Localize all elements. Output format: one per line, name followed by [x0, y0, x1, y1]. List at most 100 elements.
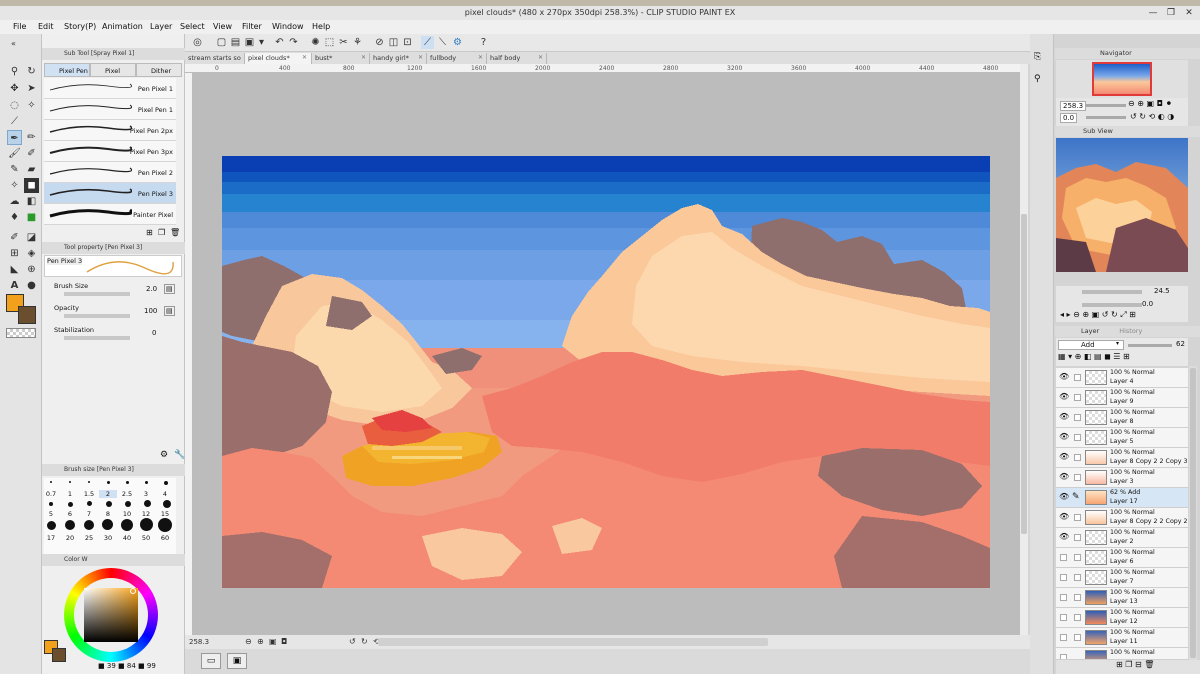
tab-stream-starts-so[interactable]: stream starts so [185, 53, 245, 64]
menu-story[interactable]: Story(P) [64, 22, 96, 31]
close-tab-icon[interactable]: ✕ [361, 53, 366, 63]
close-tab-icon[interactable]: ✕ [418, 53, 423, 63]
deselect-icon[interactable]: ⊘ [373, 36, 386, 49]
drop-tool-icon[interactable]: ♦ [7, 210, 22, 225]
frame-tool-icon[interactable]: ◪ [24, 230, 39, 245]
layer-scrollbar[interactable] [1189, 366, 1197, 660]
timeline-icon[interactable]: ▭ [201, 653, 221, 669]
brush-size-option[interactable]: 15 [156, 510, 174, 518]
layer-row[interactable]: 👁 100 % Normal Layer 8 Copy 2 2 Copy 3 [1056, 448, 1188, 468]
brush-size-option[interactable]: 17 [42, 534, 60, 542]
menu-file[interactable]: File [13, 22, 26, 31]
color-wheel[interactable] [64, 568, 158, 662]
layer-row[interactable]: 100 % Normal Layer 12 [1056, 608, 1188, 628]
stabilization-slider[interactable] [64, 336, 130, 340]
actual-size-icon[interactable]: ◘ [281, 637, 287, 646]
text-tool-icon[interactable]: A [7, 278, 22, 293]
menu-animation[interactable]: Animation [102, 22, 143, 31]
opacity-value[interactable]: 100 [144, 307, 157, 315]
eye-icon[interactable]: 👁 [1059, 513, 1069, 521]
tab-fullbody[interactable]: fullbody ✕ [427, 53, 487, 64]
help-icon[interactable]: ? [477, 36, 490, 49]
brush-pen-pixel-1[interactable]: Pen Pixel 1 [44, 78, 176, 99]
search-icon[interactable]: ⚲ [1034, 74, 1041, 84]
layer-row[interactable]: 100 % Normal Layer 11 [1056, 628, 1188, 648]
rotate-tool-icon[interactable]: ↻ [24, 64, 39, 79]
eye-icon[interactable]: 👁 [1059, 473, 1069, 481]
brush-size-option[interactable]: 5 [42, 510, 60, 518]
brush-size-option[interactable]: 20 [61, 534, 79, 542]
rotate-right-icon[interactable]: ↻ [361, 637, 368, 646]
brush-tool-icon[interactable]: 🖌 [7, 146, 22, 161]
subview-zoom-slider[interactable] [1082, 290, 1142, 294]
zoom-out-icon[interactable]: ⊖ ⊕ ▣ ◘ ⚫ [1128, 99, 1172, 108]
brush-size-option[interactable]: 1.5 [80, 490, 98, 498]
shape-tool-icon[interactable]: ◈ [24, 246, 39, 261]
subtool-tab-pixel-spray[interactable]: Pixel spra [90, 63, 136, 89]
transform-icon[interactable]: ⬚ [323, 36, 336, 49]
layer-row[interactable]: 100 % Normal [1056, 648, 1188, 660]
close-tab-icon[interactable]: ✕ [538, 53, 543, 63]
menu-view[interactable]: View [213, 22, 232, 31]
lock-toggle[interactable] [1074, 534, 1081, 541]
layer-toolbar-icons[interactable]: ▦ ▾ ⊕ ◧ ▤ ◼ ☰ ⊞ [1058, 352, 1130, 361]
brush-size-option[interactable]: 50 [137, 534, 155, 542]
layer-row[interactable]: 👁 100 % Normal Layer 9 [1056, 388, 1188, 408]
copy-layer-icon[interactable]: ❐ [1125, 660, 1132, 669]
brush-size-option[interactable]: 2.5 [118, 490, 136, 498]
lock-toggle[interactable] [1074, 554, 1081, 561]
lasso-tool-icon[interactable]: ◌ [7, 98, 22, 113]
fit-icon[interactable]: ▣ [269, 637, 277, 646]
brush-size-option[interactable]: 10 [118, 510, 136, 518]
menu-window[interactable]: Window [272, 22, 304, 31]
vector-tool-icon[interactable]: ◣ [7, 262, 22, 277]
lock-toggle[interactable] [1074, 634, 1081, 641]
new-file-icon[interactable]: ▢ [215, 36, 228, 49]
scroll-thumb[interactable] [1021, 214, 1027, 534]
menu-select[interactable]: Select [180, 22, 205, 31]
brush-size-option[interactable]: 8 [99, 510, 117, 518]
open-file-icon[interactable]: ▤ [229, 36, 242, 49]
brush-size-dynamics-icon[interactable]: ▤ [164, 284, 175, 294]
eye-icon[interactable]: 👁 [1059, 373, 1069, 381]
wrench-icon[interactable]: 🔧 [174, 450, 185, 460]
layer-row[interactable]: 👁 100 % Normal Layer 8 Copy 2 2 Copy 2 [1056, 508, 1188, 528]
eyedropper-icon[interactable]: ⟋ [7, 114, 22, 129]
layer-opacity-slider[interactable] [1128, 344, 1172, 347]
subview-rotation[interactable]: 0.0 [1142, 300, 1153, 308]
subview-zoom[interactable]: 24.5 [1154, 287, 1170, 295]
add-subtool-icon[interactable]: ⊞ [146, 228, 153, 237]
eye-icon[interactable]: 👁 [1059, 393, 1069, 401]
show-selection-icon[interactable]: ⊡ [401, 36, 414, 49]
snap-grid-icon[interactable]: ⚙ [451, 36, 464, 49]
magic-wand-icon[interactable]: ✧ [24, 98, 39, 113]
pixel-clouds-artwork[interactable] [222, 156, 990, 588]
lock-toggle[interactable] [1074, 574, 1081, 581]
object-tool-icon[interactable]: ➤ [24, 81, 39, 96]
new-layer-icon[interactable]: ⊞ [1116, 660, 1123, 669]
fill-tool-icon[interactable]: ◼ [24, 178, 39, 193]
navigator-rotation-slider[interactable] [1086, 116, 1126, 119]
eye-icon[interactable]: 👁 [1059, 453, 1069, 461]
rotate-left-icon[interactable]: ↺ [349, 637, 356, 646]
visibility-toggle[interactable] [1060, 614, 1067, 621]
brush-pixel-pen-1[interactable]: Pixel Pen 1 [44, 99, 176, 120]
menu-edit[interactable]: Edit [38, 22, 54, 31]
color-sub-swatch[interactable] [52, 648, 66, 662]
brush-size-option[interactable]: 2 [99, 490, 117, 498]
lock-toggle[interactable] [1074, 594, 1081, 601]
balloon-tool-icon[interactable]: ⊕ [24, 262, 39, 277]
layer-row[interactable]: 👁 100 % Normal Layer 4 [1056, 368, 1188, 388]
ruler-tool-icon[interactable]: ⊞ [7, 246, 22, 261]
lock-toggle[interactable] [1074, 514, 1081, 521]
subtool-tab-pixel-pen[interactable]: Pixel Pen [44, 63, 90, 77]
brush-size-option[interactable]: 6 [61, 510, 79, 518]
eraser-tool-icon[interactable]: ▰ [24, 162, 39, 177]
navigator-rotation[interactable]: 0.0 [1060, 113, 1078, 123]
bucket-tool-icon[interactable]: ◧ [24, 194, 39, 209]
brush-pixel-pen-2px[interactable]: Pixel Pen 2px [44, 120, 176, 141]
visibility-toggle[interactable] [1060, 554, 1067, 561]
layer-row[interactable]: 100 % Normal Layer 6 [1056, 548, 1188, 568]
material-icon[interactable]: ⎘ [1034, 52, 1041, 62]
snap-ruler-icon[interactable]: ⟋ [421, 36, 434, 49]
